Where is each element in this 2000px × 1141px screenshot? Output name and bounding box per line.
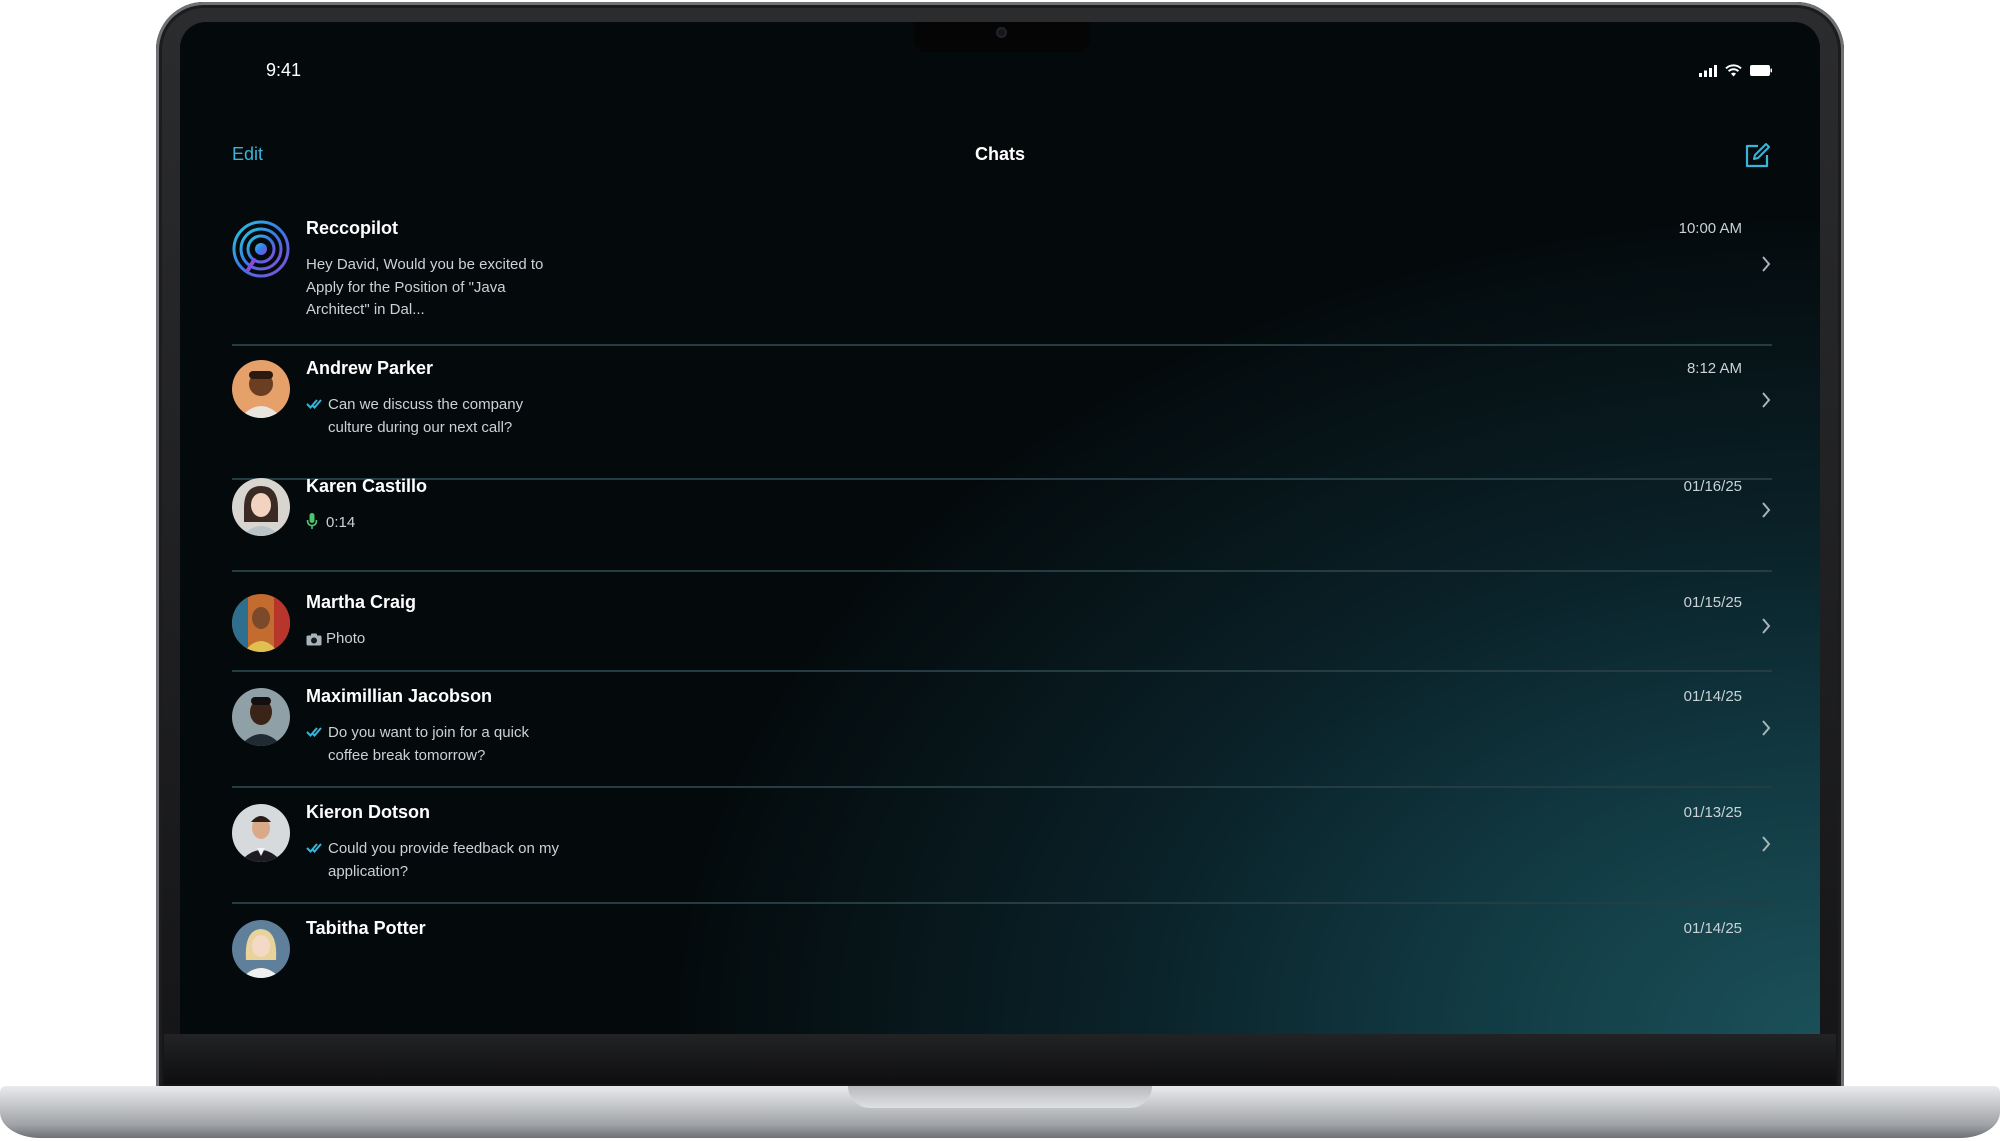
andrew-parker-avatar xyxy=(232,360,290,418)
chat-preview: Photo xyxy=(326,630,366,647)
battery-icon xyxy=(1750,65,1772,76)
chevron-right-icon xyxy=(1762,618,1771,634)
laptop-opening-notch xyxy=(848,1086,1152,1108)
status-icons xyxy=(1699,64,1772,77)
chat-time: 01/16/25 xyxy=(1683,478,1742,495)
tabitha-potter-avatar xyxy=(232,920,290,978)
chat-row-martha-craig[interactable]: Martha Craig Photo 01/15/25 xyxy=(232,592,1772,672)
karen-castillo-avatar xyxy=(232,478,290,536)
chat-time: 01/15/25 xyxy=(1683,594,1742,611)
chat-row-tabitha-potter[interactable]: Tabitha Potter 01/14/25 xyxy=(232,918,1772,990)
page-title: Chats xyxy=(974,144,1025,164)
camera-icon xyxy=(306,633,322,646)
chevron-right-icon xyxy=(1762,836,1771,852)
chat-preview: Hey David, Would you be excited to Apply… xyxy=(306,256,544,318)
chat-name: Karen Castillo xyxy=(306,476,428,496)
chat-name: Tabitha Potter xyxy=(306,918,426,938)
chat-preview: Can we discuss the company culture durin… xyxy=(328,396,524,436)
webcam xyxy=(996,27,1007,38)
chat-name: Kieron Dotson xyxy=(306,802,430,822)
chat-name: Andrew Parker xyxy=(306,358,434,378)
chat-row-reccopilot[interactable]: Reccopilot Hey David, Would you be excit… xyxy=(232,218,1772,346)
laptop-chin xyxy=(164,1034,1836,1084)
chat-time: 01/14/25 xyxy=(1683,688,1742,705)
double-check-icon xyxy=(306,399,322,409)
reccopilot-logo-avatar xyxy=(232,220,290,278)
double-check-icon xyxy=(306,727,322,737)
chat-row-karen-castillo[interactable]: Karen Castillo 0:14 01/16/25 xyxy=(232,476,1772,572)
chat-preview: Could you provide feedback on my applica… xyxy=(328,840,559,880)
chat-time: 01/14/25 xyxy=(1683,920,1742,937)
voice-note-duration: 0:14 xyxy=(326,514,356,531)
cellular-signal-icon xyxy=(1699,64,1717,77)
maximillian-jacobson-avatar xyxy=(232,688,290,746)
chat-time: 10:00 AM xyxy=(1678,220,1742,237)
double-check-icon xyxy=(306,843,322,853)
microphone-icon xyxy=(306,513,318,529)
chevron-right-icon xyxy=(1762,392,1771,408)
status-time: 9:41 xyxy=(266,60,302,80)
chat-row-maximillian-jacobson[interactable]: Maximillian Jacobson Do you want to join… xyxy=(232,686,1772,788)
chat-name: Martha Craig xyxy=(306,592,417,612)
chevron-right-icon xyxy=(1762,256,1771,272)
chat-time: 8:12 AM xyxy=(1686,360,1742,377)
martha-craig-avatar xyxy=(232,594,290,652)
chat-row-kieron-dotson[interactable]: Kieron Dotson Could you provide feedback… xyxy=(232,802,1772,904)
chat-row-andrew-parker[interactable]: Andrew Parker Can we discuss the company… xyxy=(232,358,1772,480)
compose-icon[interactable] xyxy=(1742,140,1772,170)
chat-time: 01/13/25 xyxy=(1683,804,1742,821)
app-screen: 9:41 Edit Chats Reccopilot Hey David, Wo… xyxy=(180,22,1820,1034)
chevron-right-icon xyxy=(1762,720,1771,736)
kieron-dotson-avatar xyxy=(232,804,290,862)
chevron-right-icon xyxy=(1762,502,1771,518)
chat-name: Maximillian Jacobson xyxy=(306,686,493,706)
wifi-icon xyxy=(1725,64,1742,77)
chat-preview: Do you want to join for a quick coffee b… xyxy=(328,724,529,764)
chat-name: Reccopilot xyxy=(306,218,399,238)
